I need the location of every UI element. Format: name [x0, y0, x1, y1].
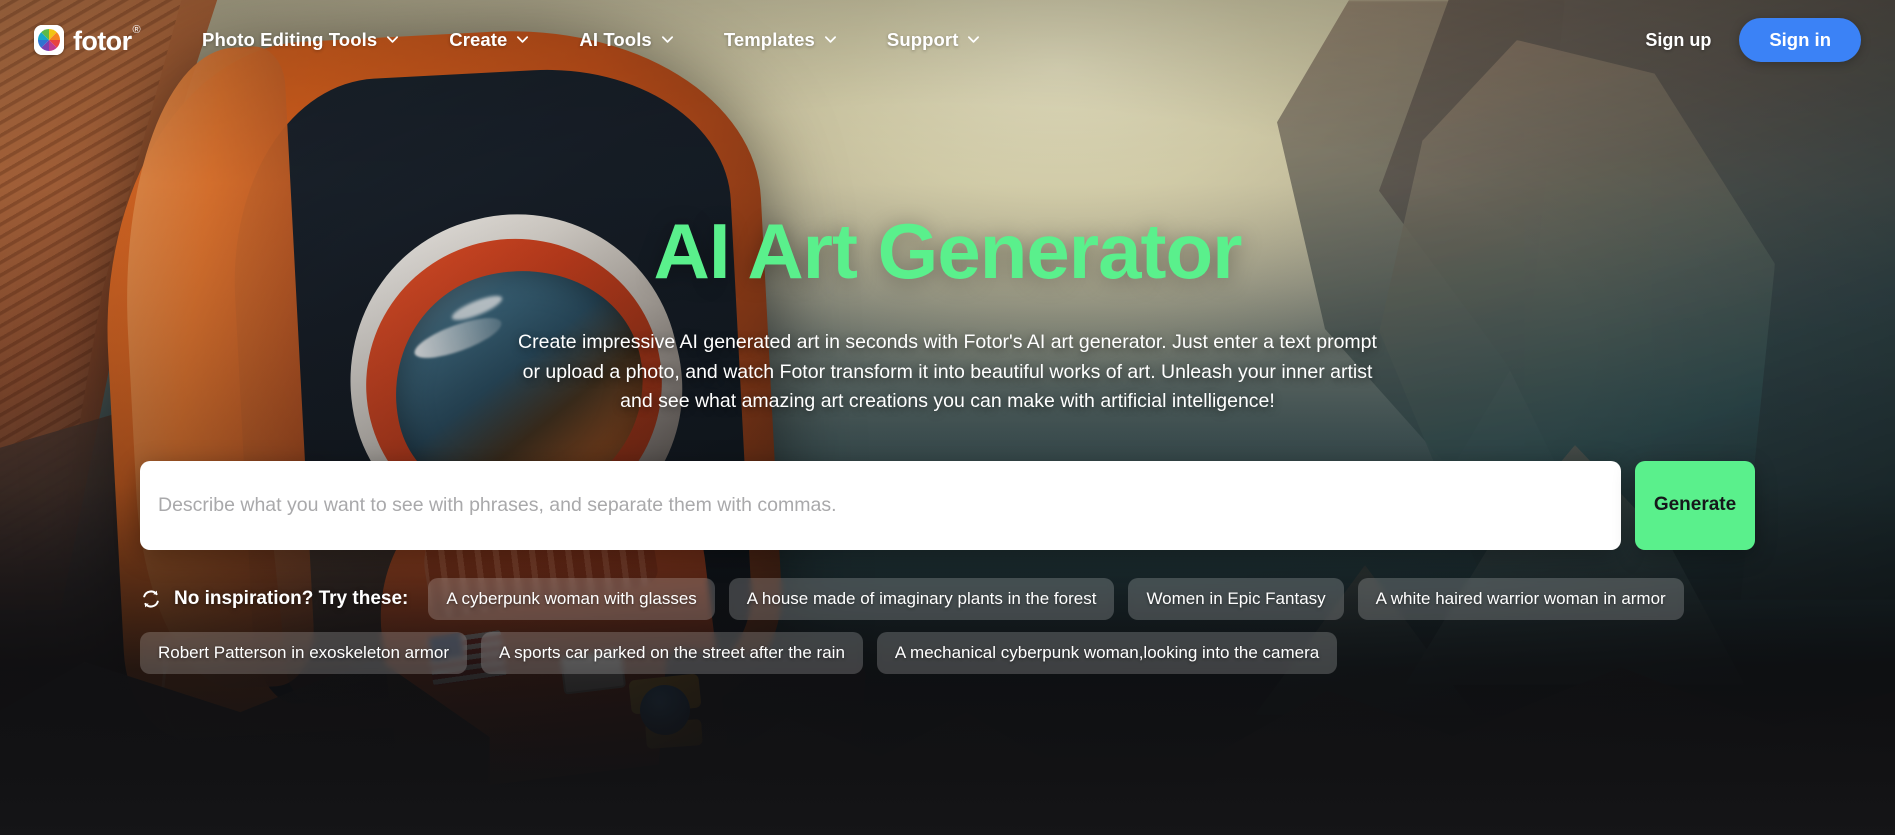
nav-label: Create [449, 29, 508, 50]
prompt-suggestion-chip[interactable]: Women in Epic Fantasy [1128, 577, 1344, 620]
sign-in-button[interactable]: Sign in [1739, 18, 1861, 62]
chevron-down-icon [386, 33, 399, 46]
inspiration-row: No inspiration? Try these: A cyberpunk w… [140, 577, 1755, 674]
prompt-suggestion-chip[interactable]: A sports car parked on the street after … [481, 631, 863, 674]
main-navigation: Photo Editing Tools Create AI Tools Temp… [177, 19, 1005, 61]
hero-description: Create impressive AI generated art in se… [518, 331, 1377, 413]
inspiration-section: No inspiration? Try these: A cyberpunk w… [140, 577, 1755, 674]
inspiration-label: No inspiration? Try these: [174, 587, 409, 609]
prompt-suggestion-chip[interactable]: A mechanical cyberpunk woman,looking int… [876, 631, 1338, 674]
hero-background-image [0, 0, 1895, 835]
site-header: fotor® Photo Editing Tools Create AI Too… [0, 0, 1895, 80]
prompt-suggestion-chip[interactable]: A white haired warrior woman in armor [1357, 577, 1684, 620]
page-title: AI Art Generator [653, 207, 1243, 295]
chevron-down-icon [661, 33, 674, 46]
chevron-down-icon [967, 33, 980, 46]
logo-text: fotor [73, 25, 132, 56]
generate-button[interactable]: Generate [1635, 460, 1755, 550]
chevron-down-icon [824, 33, 837, 46]
chevron-down-icon [516, 33, 529, 46]
prompt-suggestion-chip[interactable]: A house made of imaginary plants in the … [728, 577, 1115, 620]
nav-item-photo-editing-tools[interactable]: Photo Editing Tools [177, 19, 424, 61]
nav-label: AI Tools [579, 29, 652, 50]
nav-label: Support [886, 29, 959, 50]
nav-item-create[interactable]: Create [424, 19, 554, 61]
fotor-wordmark: fotor® [73, 24, 141, 56]
header-account-actions: Sign up Sign in [1635, 18, 1861, 62]
prompt-suggestion-chip[interactable]: A cyberpunk woman with glasses [428, 577, 715, 620]
prompt-input[interactable] [158, 493, 1603, 517]
fotor-colorwheel-icon [34, 25, 64, 55]
prompt-bar: Generate [140, 460, 1755, 550]
fotor-logo[interactable]: fotor® [34, 24, 141, 56]
nav-item-support[interactable]: Support [862, 19, 1006, 61]
page-root: fotor® Photo Editing Tools Create AI Too… [0, 0, 1895, 835]
nav-item-templates[interactable]: Templates [699, 19, 862, 61]
inspiration-label-group[interactable]: No inspiration? Try these: [140, 588, 408, 610]
prompt-suggestion-chip[interactable]: Robert Patterson in exoskeleton armor [140, 631, 468, 674]
prompt-input-container[interactable] [140, 460, 1621, 550]
registered-trademark-icon: ® [132, 23, 140, 36]
nav-item-ai-tools[interactable]: AI Tools [554, 19, 698, 61]
nav-label: Templates [723, 29, 815, 50]
refresh-icon[interactable] [140, 588, 162, 610]
sign-up-link[interactable]: Sign up [1635, 22, 1721, 59]
nav-label: Photo Editing Tools [202, 29, 378, 50]
